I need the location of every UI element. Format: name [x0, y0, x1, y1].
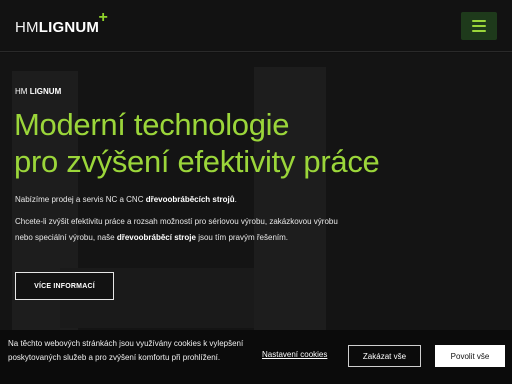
site-logo[interactable]: HMLIGNUM + — [15, 10, 108, 37]
reject-all-button[interactable]: Zakázat vše — [348, 345, 421, 367]
p2-line2-bold: dřevoobráběcí stroje — [116, 233, 196, 242]
accept-all-button[interactable]: Povolit vše — [435, 345, 505, 367]
p1-end: . — [234, 195, 237, 204]
hamburger-menu-icon-bar — [472, 25, 486, 27]
hamburger-menu-icon-bar — [472, 20, 486, 22]
cookie-text: Na těchto webových stránkách jsou využív… — [8, 339, 244, 362]
hero-title-line2: pro zvýšení efektivity práce — [14, 144, 380, 179]
p1-bold: dřevoobráběcích strojů — [145, 195, 235, 204]
cookie-settings-link[interactable]: Nastavení cookies — [262, 350, 327, 359]
site-header: HMLIGNUM + — [0, 0, 512, 52]
hero-paragraph-1: Nabízíme prodej a servis NC a CNC dřevoo… — [15, 192, 237, 208]
p1-text: Nabízíme prodej a servis NC a CNC — [15, 195, 146, 204]
logo-bold-text: LIGNUM — [38, 19, 100, 36]
logo-light-text: HM — [15, 19, 39, 36]
menu-button[interactable] — [461, 12, 497, 40]
hero-title-line1: Moderní technologie — [14, 107, 290, 142]
hero-title: Moderní technologie pro zvýšení efektivi… — [14, 106, 380, 180]
more-info-button[interactable]: VÍCE INFORMACÍ — [15, 272, 114, 300]
kicker-light: HM — [15, 87, 28, 96]
hero-paragraph-2: Chcete-li zvýšit efektivitu práce a rozs… — [15, 214, 338, 246]
cookie-bar: Na těchto webových stránkách jsou využív… — [0, 330, 512, 384]
p2-line1: Chcete-li zvýšit efektivitu práce a rozs… — [15, 217, 338, 226]
p2-line2-end: jsou tím pravým řešením. — [195, 233, 289, 242]
hamburger-menu-icon-bar — [472, 30, 486, 32]
logo-plus-icon: + — [98, 9, 109, 26]
hero-kicker: HM LIGNUM — [15, 87, 61, 96]
p2-line2-start: nebo speciální výrobu, naše — [15, 233, 117, 242]
kicker-bold: LIGNUM — [29, 87, 62, 96]
